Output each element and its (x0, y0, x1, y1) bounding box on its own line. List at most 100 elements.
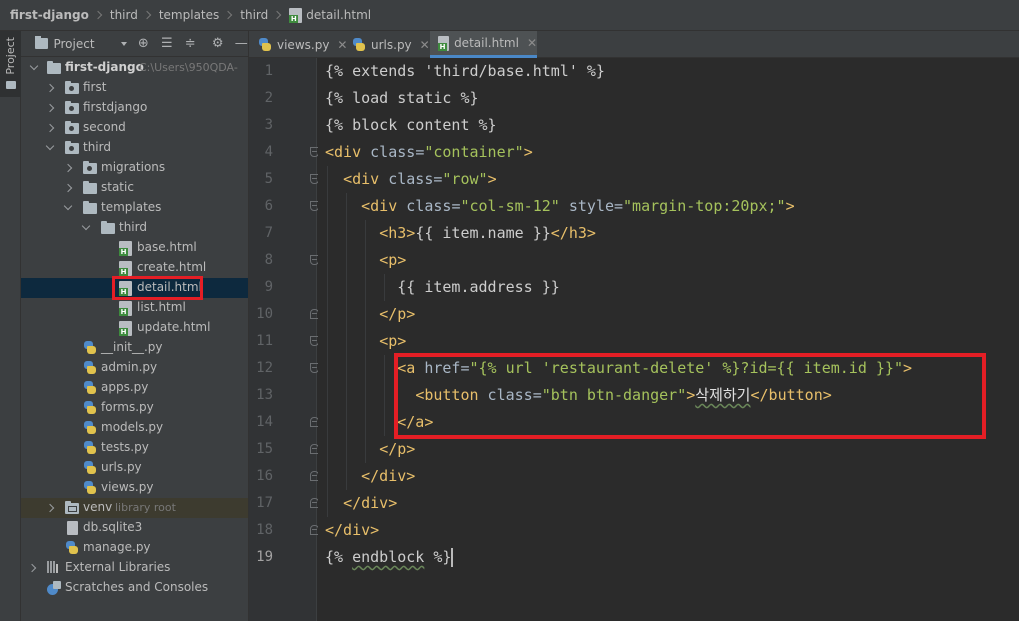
line-number: 9 (264, 279, 273, 295)
line-number: 6 (264, 198, 273, 214)
tree-item-external-libraries[interactable]: External Libraries (21, 558, 248, 578)
navigation-bar: first-django third templates third detai… (0, 0, 1019, 31)
chevron-right-icon[interactable] (63, 163, 73, 173)
python-file-icon (83, 381, 97, 395)
locate-file-icon[interactable]: ⊕ (137, 36, 150, 51)
tree-item-forms-py[interactable]: forms.py (21, 398, 248, 418)
close-icon[interactable]: ✕ (527, 36, 537, 50)
tree-item-firstdjango[interactable]: firstdjango (21, 98, 248, 118)
tab-detail-html[interactable]: detail.html ✕ (430, 31, 537, 58)
breadcrumb-separator-icon (142, 10, 152, 20)
project-path-hint: C:\Users\950QDA- (139, 61, 238, 74)
collapse-all-icon[interactable]: ≑ (184, 36, 197, 51)
package-folder-icon (65, 121, 79, 134)
project-view-selector[interactable]: Project (53, 37, 94, 51)
left-tool-stripe: Project (0, 31, 21, 621)
chevron-right-icon[interactable] (45, 83, 55, 93)
tree-item-update-html[interactable]: update.html (21, 318, 248, 338)
editor-tab-bar: views.py ✕ urls.py ✕ detail.html ✕ (249, 31, 1019, 58)
python-file-icon (83, 461, 97, 475)
breadcrumb-project[interactable]: first-django (10, 8, 89, 22)
tree-item-detail-html[interactable]: detail.html (21, 278, 248, 298)
database-file-icon (67, 521, 78, 535)
project-tool-window-button[interactable]: Project (0, 31, 21, 97)
tree-item-migrations[interactable]: migrations (21, 158, 248, 178)
tab-views-py[interactable]: views.py ✕ (258, 31, 347, 58)
line-number: 1 (264, 63, 273, 79)
tree-item-first[interactable]: first (21, 78, 248, 98)
tree-item-scratches[interactable]: Scratches and Consoles (21, 578, 248, 598)
breadcrumb-templates[interactable]: templates (159, 8, 219, 22)
close-icon[interactable]: ✕ (337, 38, 347, 52)
code-line-13: <button class="btn btn-danger">삭제하기</but… (415, 386, 832, 404)
line-number: 18 (256, 522, 273, 538)
breadcrumb-separator-icon (273, 10, 282, 20)
python-file-icon (83, 401, 97, 415)
chevron-down-icon[interactable] (29, 61, 39, 71)
project-panel-toolbar: Project ⊕ ☰ ≑ ⚙ — (21, 31, 248, 57)
tree-item-init-py[interactable]: __init__.py (21, 338, 248, 358)
tree-item-label: create.html (137, 260, 207, 274)
tab-urls-py[interactable]: urls.py ✕ (352, 31, 430, 58)
tab-label: views.py (277, 37, 330, 52)
chevron-down-icon[interactable] (63, 201, 73, 211)
tree-item-label: forms.py (101, 400, 154, 414)
tree-item-urls-py[interactable]: urls.py (21, 458, 248, 478)
chevron-right-icon[interactable] (45, 103, 55, 113)
chevron-right-icon[interactable] (27, 563, 37, 573)
tree-item-first-django[interactable]: first-django C:\Users\950QDA- (21, 58, 248, 78)
tree-item-label: firstdjango (83, 100, 148, 114)
tree-item-third[interactable]: third (21, 138, 248, 158)
root-folder-icon (47, 61, 61, 74)
tree-item-templates[interactable]: templates (21, 198, 248, 218)
line-number: 7 (264, 225, 273, 241)
tree-item-base-html[interactable]: base.html (21, 238, 248, 258)
breadcrumb-third[interactable]: third (110, 8, 138, 22)
tree-item-manage-py[interactable]: manage.py (21, 538, 248, 558)
tree-item-third-templates[interactable]: third (21, 218, 248, 238)
breadcrumb-file[interactable]: detail.html (289, 7, 371, 23)
chevron-right-icon[interactable] (45, 123, 55, 133)
chevron-right-icon[interactable] (45, 503, 55, 513)
tree-item-label: second (83, 120, 126, 134)
scratches-icon (47, 581, 61, 595)
expand-all-icon[interactable]: ☰ (160, 36, 173, 51)
code-editor[interactable]: {% extends 'third/base.html' %} {% load … (318, 58, 1019, 621)
chevron-right-icon[interactable] (63, 183, 73, 193)
line-number: 11 (256, 333, 273, 349)
tree-item-label: Scratches and Consoles (65, 580, 209, 594)
tree-item-label: third (119, 220, 147, 234)
code-line-8: <p> (379, 251, 407, 269)
chevron-down-icon[interactable] (45, 141, 55, 151)
line-number: 13 (256, 387, 273, 403)
folder-icon (83, 201, 97, 214)
dropdown-arrow-icon[interactable] (120, 41, 127, 46)
close-icon[interactable]: ✕ (420, 38, 430, 52)
line-number: 3 (264, 117, 273, 133)
tree-item-list-html[interactable]: list.html (21, 298, 248, 318)
tree-item-admin-py[interactable]: admin.py (21, 358, 248, 378)
tree-item-views-py[interactable]: views.py (21, 478, 248, 498)
code-line-19: {% endblock %} (325, 548, 454, 567)
breadcrumb-third-templates[interactable]: third (240, 8, 268, 22)
tree-item-create-html[interactable]: create.html (21, 258, 248, 278)
tree-item-second[interactable]: second (21, 118, 248, 138)
tree-item-label: base.html (137, 240, 197, 254)
tree-item-apps-py[interactable]: apps.py (21, 378, 248, 398)
tree-item-venv[interactable]: venv library root (21, 498, 248, 518)
code-line-3: {% block content %} (325, 116, 497, 134)
gear-icon[interactable]: ⚙ (211, 36, 224, 51)
tree-item-label: tests.py (101, 440, 149, 454)
package-folder-icon (83, 161, 97, 174)
line-number: 17 (256, 495, 273, 511)
line-number: 5 (264, 171, 273, 187)
hide-panel-icon[interactable]: — (234, 36, 248, 51)
tree-item-static[interactable]: static (21, 178, 248, 198)
python-file-icon (83, 481, 97, 495)
tree-item-tests-py[interactable]: tests.py (21, 438, 248, 458)
tree-item-models-py[interactable]: models.py (21, 418, 248, 438)
chevron-down-icon[interactable] (81, 221, 91, 231)
line-number: 2 (264, 90, 273, 106)
tree-item-db-sqlite3[interactable]: db.sqlite3 (21, 518, 248, 538)
folder-icon (101, 221, 115, 234)
